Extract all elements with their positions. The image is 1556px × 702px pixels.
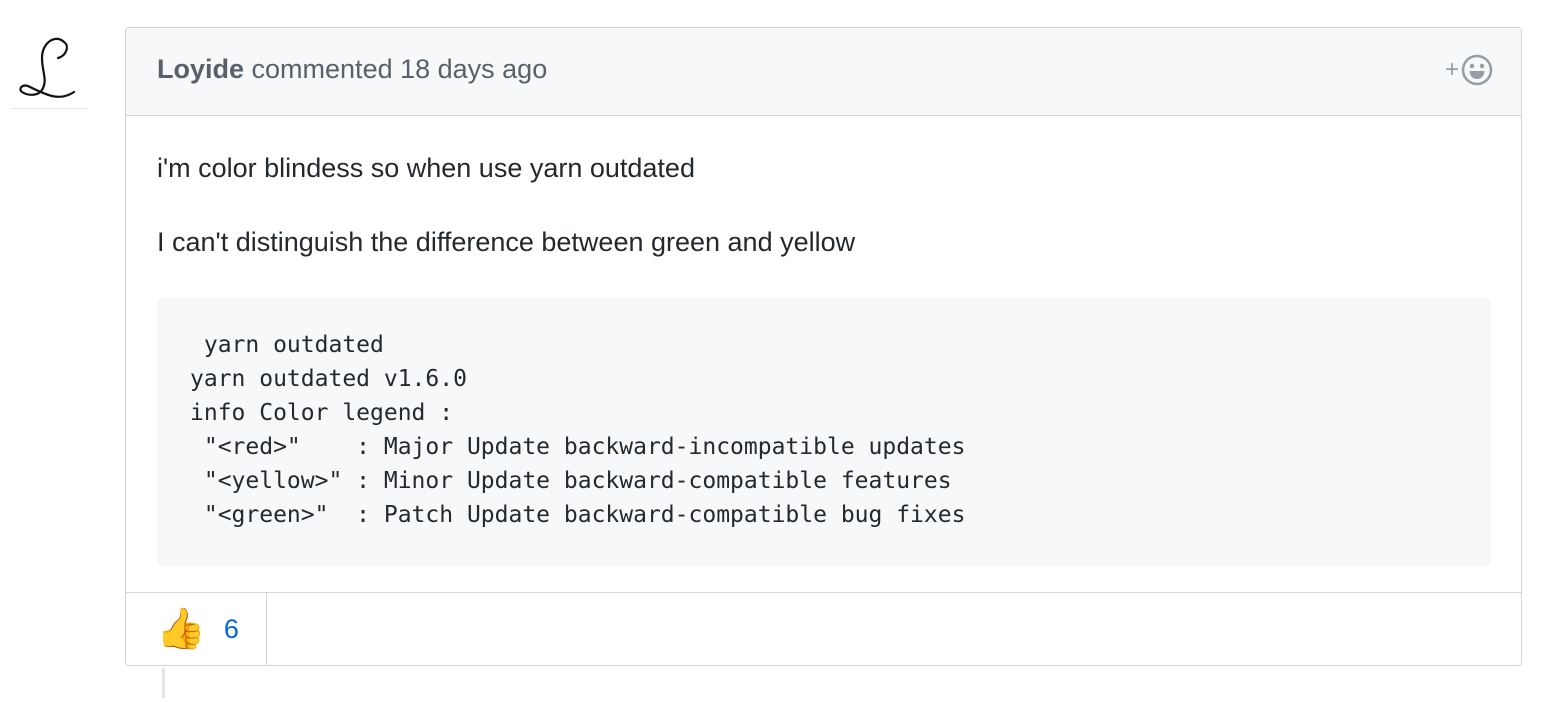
reaction-count: 6	[223, 613, 239, 644]
comment-paragraph-1: i'm color blindess so when use yarn outd…	[157, 153, 695, 183]
comment-meta: Loyide commented 18 days ago	[157, 54, 547, 85]
comment-body: i'm color blindess so when use yarn outd…	[126, 116, 1521, 566]
comment-header: Loyide commented 18 days ago +	[126, 28, 1521, 116]
thumbs-up-icon: 👍	[156, 607, 206, 651]
comment-author[interactable]: Loyide	[157, 54, 244, 84]
thumbs-up-reaction-button[interactable]: 👍 6	[126, 593, 267, 665]
avatar[interactable]	[12, 28, 88, 109]
reactions-bar: 👍 6	[126, 592, 1521, 665]
smiley-icon	[1461, 54, 1493, 86]
timeline-line	[162, 668, 165, 698]
add-reaction-button[interactable]: +	[1445, 54, 1493, 86]
code-block: yarn outdated yarn outdated v1.6.0 info …	[157, 298, 1491, 566]
comment-paragraph-2: I can't distinguish the difference betwe…	[157, 227, 856, 257]
comment-timestamp[interactable]: commented 18 days ago	[252, 54, 548, 84]
signature-avatar-icon	[19, 37, 76, 98]
plus-icon: +	[1444, 56, 1459, 83]
comment-card: Loyide commented 18 days ago + i'm color…	[125, 27, 1522, 666]
